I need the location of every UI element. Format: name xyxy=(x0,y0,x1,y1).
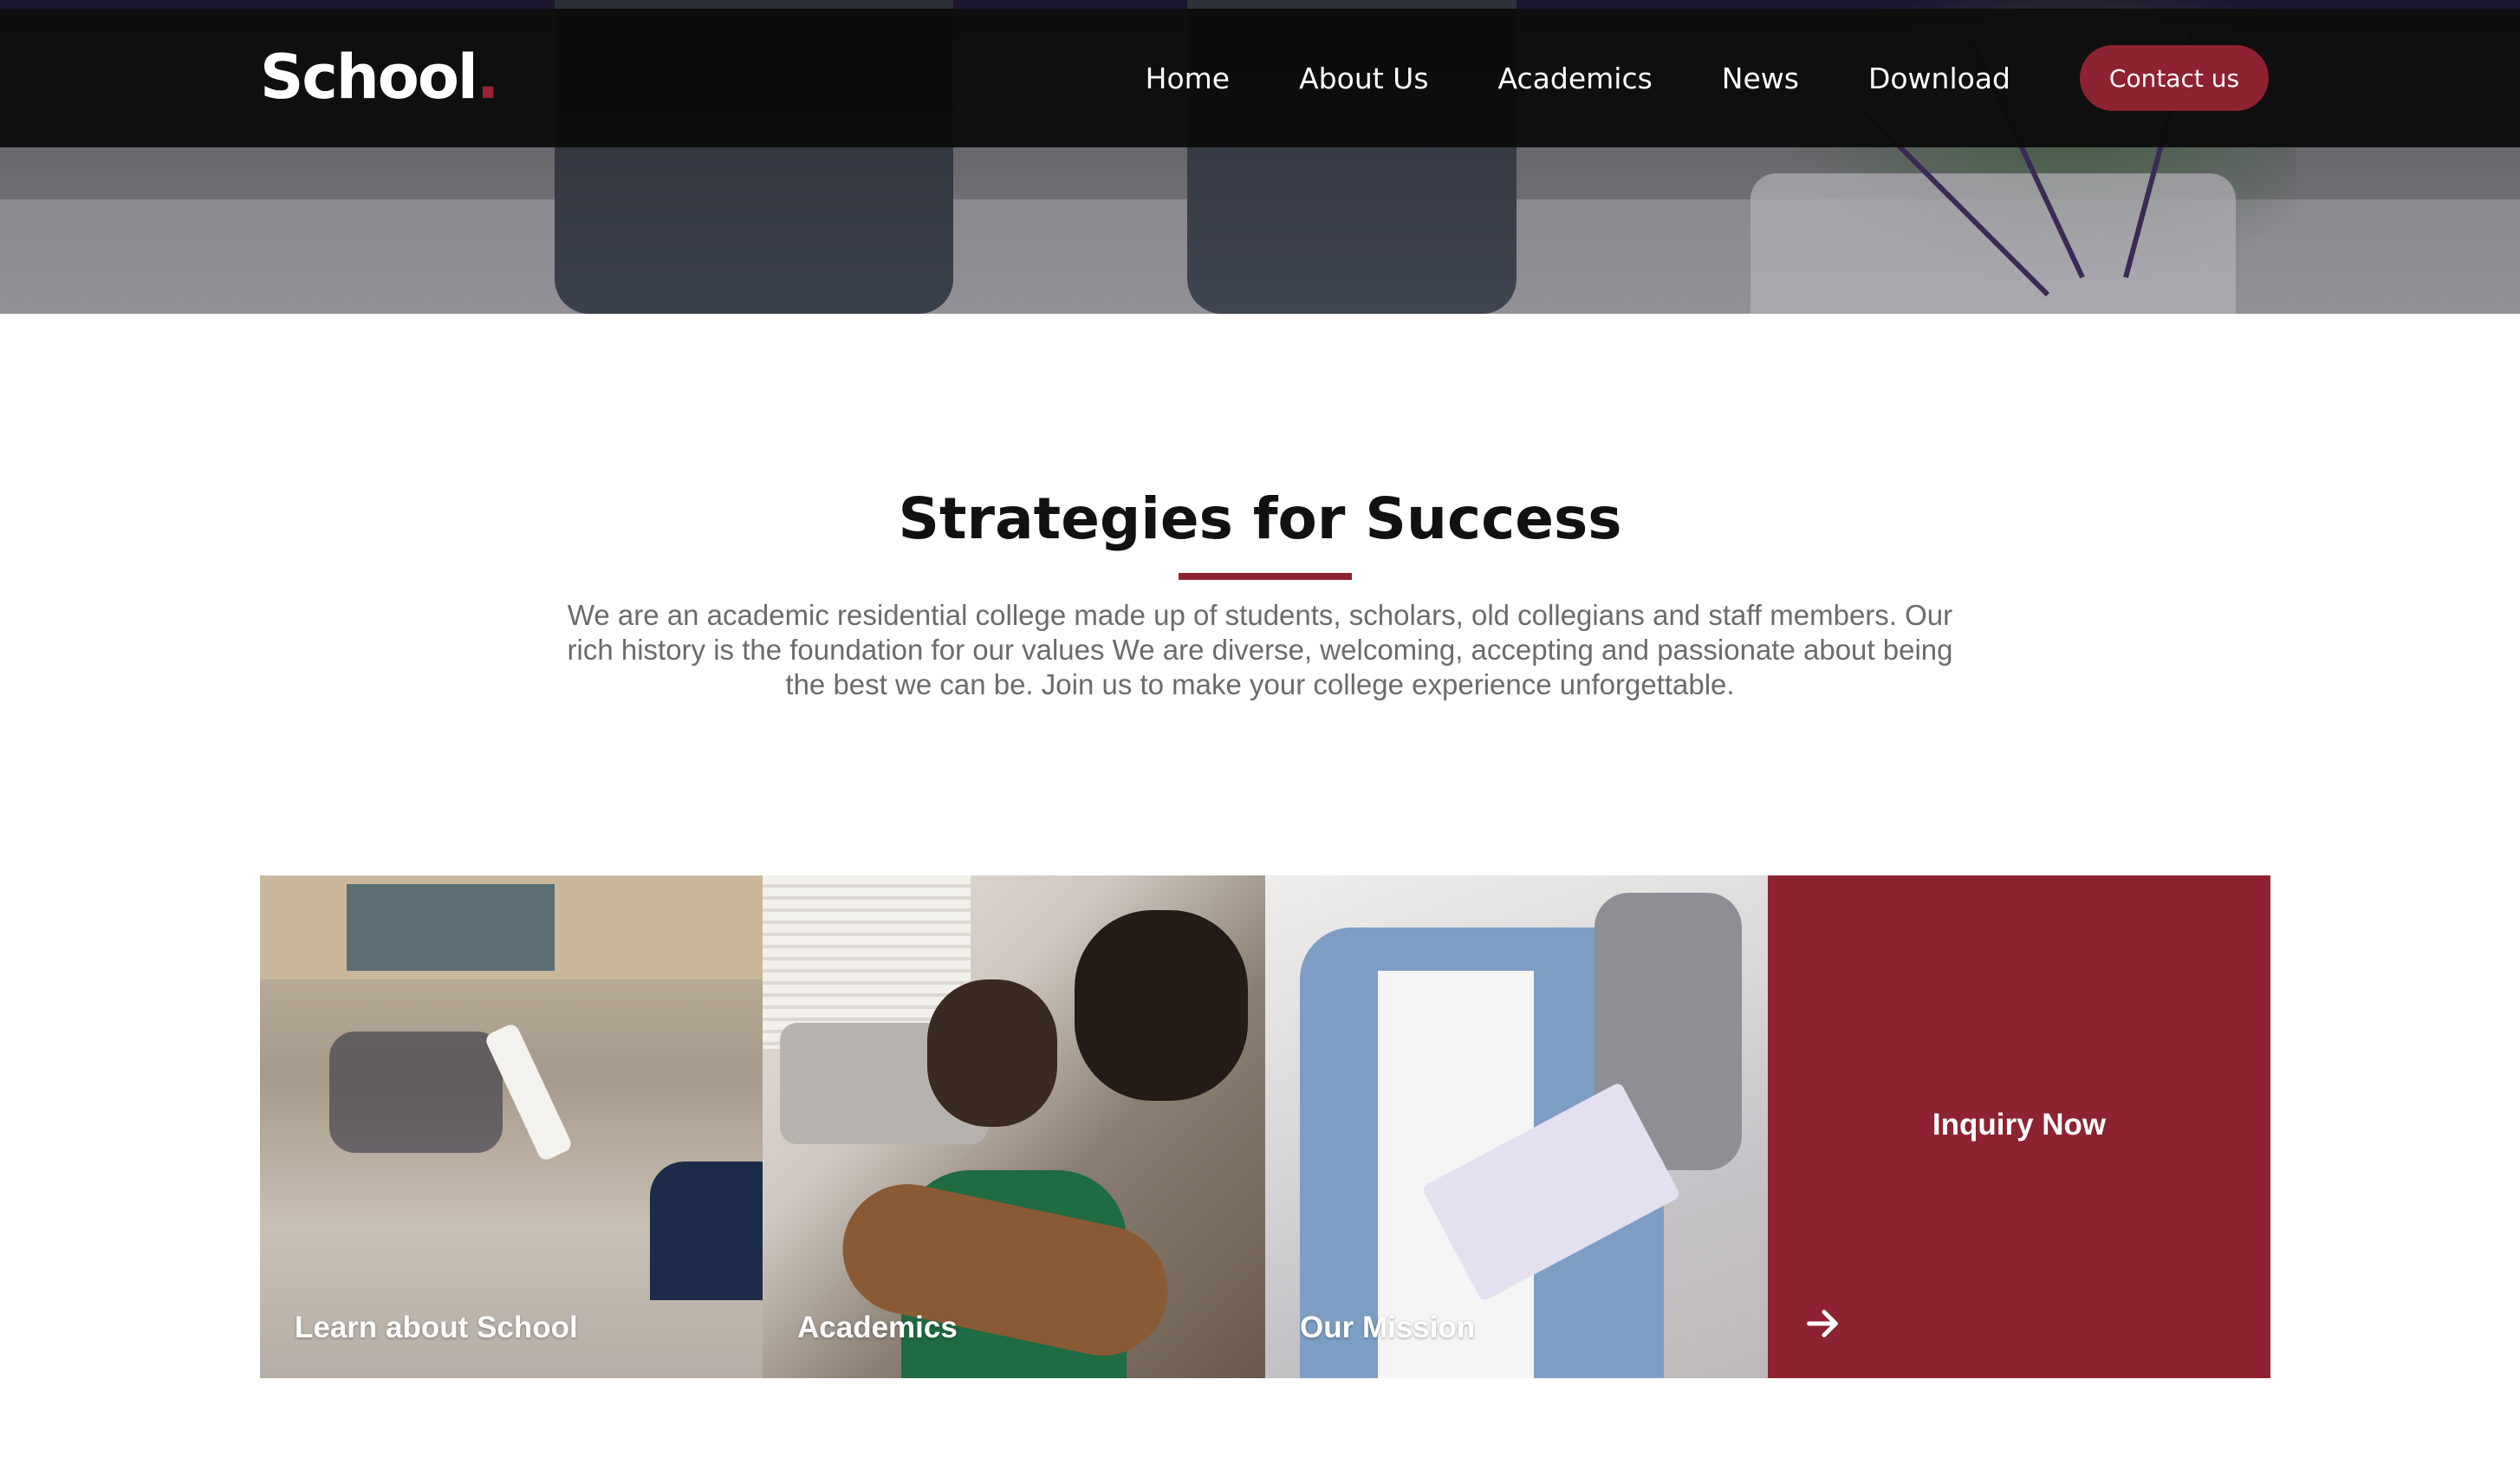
section-title: Strategies for Success xyxy=(898,485,1622,552)
arrow-right-icon[interactable] xyxy=(1802,1304,1842,1344)
nav-download[interactable]: Download xyxy=(1868,62,2010,95)
contact-us-button[interactable]: Contact us xyxy=(2080,45,2269,111)
adult-hair-image xyxy=(1075,910,1248,1101)
navbar: School. Home About Us Academics News Dow… xyxy=(0,9,2520,147)
card-label: Learn about School xyxy=(295,1311,578,1344)
child-hair-image xyxy=(927,979,1057,1127)
card-label: Academics xyxy=(797,1311,958,1344)
card-learn-about-school[interactable]: Learn about School xyxy=(260,875,763,1378)
nav-news[interactable]: News xyxy=(1722,62,1799,95)
window-image xyxy=(347,884,555,971)
card-academics[interactable]: Academics xyxy=(763,875,1265,1378)
main-menu: Home About Us Academics News Download Co… xyxy=(1146,9,2269,147)
card-inquiry-now[interactable]: Inquiry Now xyxy=(1768,875,2270,1378)
card-label: Our Mission xyxy=(1300,1311,1476,1344)
logo-dot: . xyxy=(476,42,500,113)
logo-text: School xyxy=(260,42,478,113)
title-underline xyxy=(1179,573,1352,580)
feature-cards: Learn about School Academics Our Mission… xyxy=(260,875,2270,1378)
inquiry-label: Inquiry Now xyxy=(1932,1108,2107,1142)
gown-sleeve-image xyxy=(650,1161,763,1300)
graduates-group-image xyxy=(329,1031,503,1153)
nav-home[interactable]: Home xyxy=(1146,62,1230,95)
nav-about-us[interactable]: About Us xyxy=(1299,62,1428,95)
card-our-mission[interactable]: Our Mission xyxy=(1265,875,1768,1378)
section-description: We are an academic residential college m… xyxy=(567,599,1953,700)
nav-academics[interactable]: Academics xyxy=(1498,62,1653,95)
site-logo[interactable]: School. xyxy=(260,47,499,107)
